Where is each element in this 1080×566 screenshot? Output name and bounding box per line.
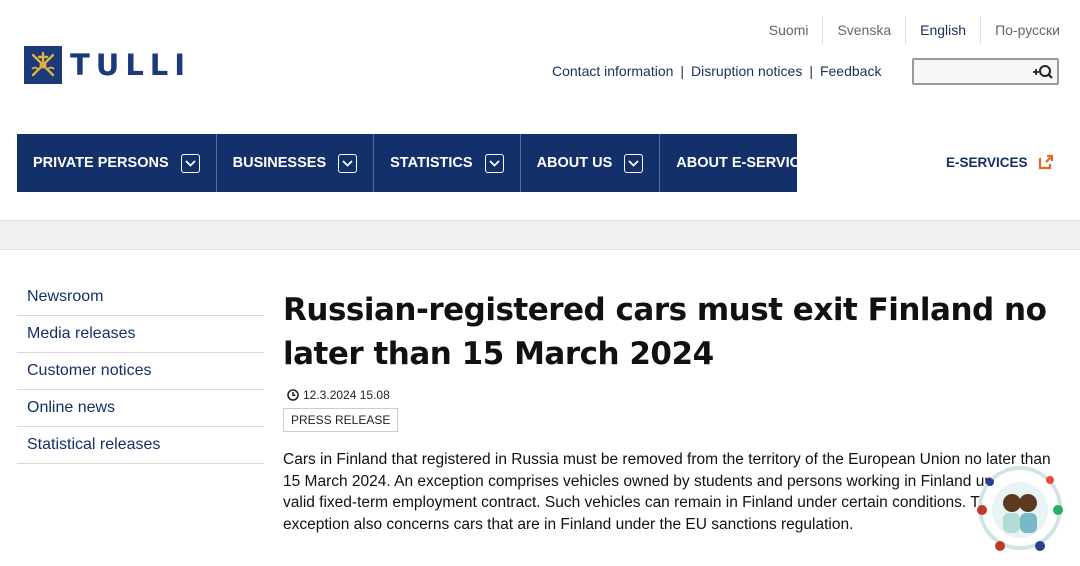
nav-private-persons[interactable]: PRIVATE PERSONS (17, 134, 217, 192)
nav-label: ABOUT E-SERVICES (676, 155, 820, 171)
sidebar-item-media-releases[interactable]: Media releases (17, 316, 264, 353)
page-title: Russian-registered cars must exit Finlan… (283, 292, 1047, 372)
article-tag: PRESS RELEASE (283, 408, 399, 432)
article-body: Cars in Finland that registered in Russi… (283, 451, 1051, 533)
chevron-down-icon[interactable] (831, 153, 851, 173)
lang-russian[interactable]: По-русски (980, 16, 1060, 44)
lang-english[interactable]: English (905, 16, 980, 44)
nav-about-us[interactable]: ABOUT US (521, 134, 661, 192)
nav-about-e-services[interactable]: ABOUT E-SERVICES (660, 134, 866, 192)
sidebar-item-online-news[interactable]: Online news (17, 390, 264, 427)
clock-icon (287, 389, 299, 401)
article: Russian-registered cars must exit Finlan… (283, 288, 1053, 535)
contact-information-link[interactable]: Contact information (552, 63, 673, 79)
sidebar-item-statistical-releases[interactable]: Statistical releases (17, 427, 264, 464)
search-box (912, 58, 1059, 85)
search-input[interactable] (914, 60, 1024, 83)
sidebar-item-newsroom[interactable]: Newsroom (17, 279, 264, 316)
site-logo[interactable]: TULLI (24, 46, 191, 84)
chevron-down-icon[interactable] (624, 153, 644, 173)
logo-wordmark: TULLI (70, 48, 192, 82)
external-link-icon (1038, 154, 1054, 170)
breadcrumb-band (0, 220, 1080, 250)
lang-suomi[interactable]: Suomi (755, 16, 823, 44)
e-services-label: E-SERVICES (946, 154, 1028, 170)
nav-label: PRIVATE PERSONS (33, 155, 169, 171)
nav-label: ABOUT US (536, 155, 613, 171)
article-meta: 12.3.2024 15.08 (283, 388, 1053, 402)
e-services-link[interactable]: E-SERVICES (946, 154, 1054, 170)
chevron-down-icon[interactable] (484, 153, 504, 173)
nav-label: BUSINESSES (232, 155, 327, 171)
decorative-badge-icon (970, 458, 1070, 558)
language-selector: Suomi Svenska English По-русски (755, 16, 1060, 44)
main-navigation: PRIVATE PERSONS BUSINESSES STATISTICS AB… (17, 134, 851, 192)
chevron-down-icon[interactable] (338, 153, 358, 173)
divider: | (680, 63, 685, 79)
nav-statistics[interactable]: STATISTICS (374, 134, 521, 192)
tulli-logo-icon (24, 46, 62, 84)
lang-svenska[interactable]: Svenska (822, 16, 905, 44)
search-icon[interactable] (1031, 63, 1053, 81)
sidebar-item-customer-notices[interactable]: Customer notices (17, 353, 264, 390)
disruption-notices-link[interactable]: Disruption notices (691, 63, 802, 79)
utility-links: Contact information | Disruption notices… (552, 63, 881, 79)
divider: | (809, 63, 813, 79)
feedback-link[interactable]: Feedback (820, 63, 881, 79)
nav-businesses[interactable]: BUSINESSES (217, 134, 375, 192)
sidebar-navigation: Newsroom Media releases Customer notices… (17, 279, 264, 464)
article-date: 12.3.2024 15.08 (303, 388, 390, 402)
nav-label: STATISTICS (390, 155, 473, 171)
chevron-down-icon[interactable] (180, 153, 200, 173)
